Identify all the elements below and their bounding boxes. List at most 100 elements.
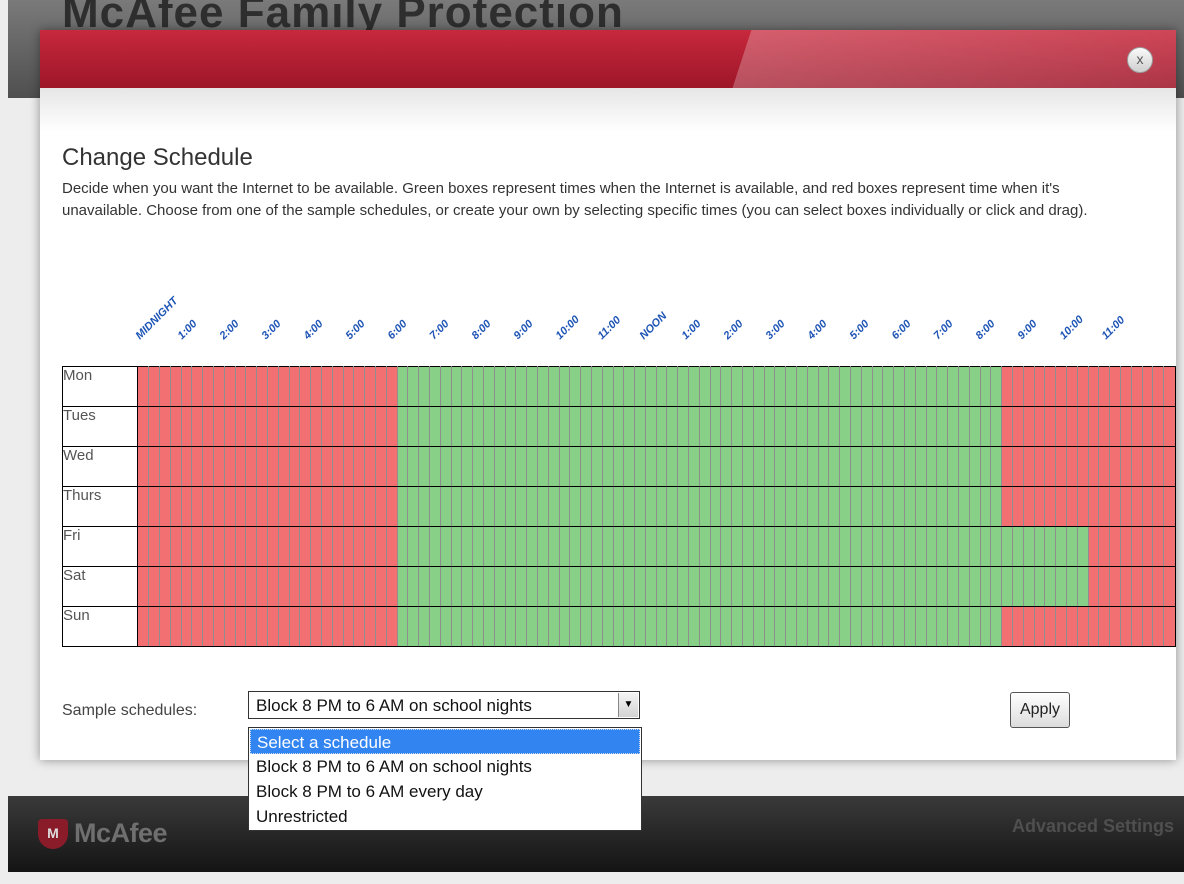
time-slot-available[interactable] (666, 446, 679, 487)
time-slot-available[interactable] (752, 446, 765, 487)
time-slot-available[interactable] (536, 406, 549, 447)
time-slot-blocked[interactable] (267, 566, 279, 607)
time-slot-available[interactable] (904, 486, 916, 527)
time-slot-available[interactable] (1033, 526, 1046, 567)
time-slot-blocked[interactable] (310, 606, 322, 647)
time-slot-available[interactable] (493, 486, 506, 527)
time-slot-blocked[interactable] (180, 406, 193, 447)
time-slot-blocked[interactable] (288, 446, 301, 487)
time-slot-available[interactable] (1022, 566, 1035, 607)
time-slot-blocked[interactable] (137, 406, 150, 447)
time-slot-available[interactable] (439, 406, 452, 447)
time-slot-blocked[interactable] (299, 446, 312, 487)
time-slot-available[interactable] (839, 606, 852, 647)
time-slot-blocked[interactable] (169, 566, 182, 607)
time-slot-available[interactable] (493, 446, 506, 487)
time-slot-available[interactable] (623, 446, 636, 487)
time-slot-available[interactable] (893, 486, 906, 527)
time-slot-blocked[interactable] (288, 566, 301, 607)
time-slot-available[interactable] (644, 566, 657, 607)
time-slot-available[interactable] (612, 566, 625, 607)
time-slot-available[interactable] (752, 606, 765, 647)
time-slot-available[interactable] (472, 366, 484, 407)
time-slot-blocked[interactable] (1076, 406, 1089, 447)
time-slot-blocked[interactable] (1087, 446, 1100, 487)
time-slot-blocked[interactable] (1098, 486, 1111, 527)
time-slot-blocked[interactable] (191, 566, 204, 607)
time-slot-available[interactable] (914, 486, 927, 527)
time-slot-blocked[interactable] (169, 406, 182, 447)
time-slot-available[interactable] (590, 446, 603, 487)
time-slot-available[interactable] (580, 486, 592, 527)
time-slot-available[interactable] (709, 526, 722, 567)
time-slot-blocked[interactable] (385, 606, 398, 647)
time-slot-available[interactable] (774, 606, 787, 647)
time-slot-available[interactable] (839, 406, 852, 447)
time-slot-blocked[interactable] (364, 526, 376, 567)
time-slot-available[interactable] (396, 446, 409, 487)
time-slot-available[interactable] (688, 446, 700, 487)
time-slot-available[interactable] (526, 486, 538, 527)
time-slot-available[interactable] (612, 486, 625, 527)
time-slot-blocked[interactable] (1152, 606, 1165, 647)
time-slot-available[interactable] (504, 366, 517, 407)
time-slot-blocked[interactable] (310, 486, 322, 527)
time-slot-available[interactable] (580, 606, 592, 647)
time-slot-blocked[interactable] (1076, 366, 1089, 407)
time-slot-available[interactable] (925, 366, 938, 407)
time-slot-available[interactable] (893, 366, 906, 407)
time-slot-blocked[interactable] (364, 566, 376, 607)
time-slot-available[interactable] (742, 366, 754, 407)
time-slot-available[interactable] (428, 446, 441, 487)
time-slot-blocked[interactable] (234, 366, 247, 407)
time-slot-blocked[interactable] (1163, 606, 1176, 647)
time-slot-available[interactable] (439, 446, 452, 487)
time-slot-available[interactable] (958, 486, 970, 527)
time-slot-available[interactable] (947, 406, 959, 447)
time-slot-blocked[interactable] (1141, 406, 1154, 447)
time-slot-available[interactable] (871, 526, 884, 567)
time-slot-blocked[interactable] (159, 486, 171, 527)
time-slot-available[interactable] (450, 606, 463, 647)
time-slot-available[interactable] (536, 366, 549, 407)
time-slot-blocked[interactable] (277, 566, 290, 607)
time-slot-blocked[interactable] (191, 486, 204, 527)
time-slot-blocked[interactable] (1087, 566, 1100, 607)
time-slot-blocked[interactable] (1130, 406, 1143, 447)
time-slot-available[interactable] (720, 566, 733, 607)
time-slot-available[interactable] (601, 526, 614, 567)
time-slot-blocked[interactable] (213, 486, 225, 527)
time-slot-blocked[interactable] (342, 526, 355, 567)
time-slot-available[interactable] (709, 606, 722, 647)
time-slot-available[interactable] (569, 566, 582, 607)
time-slot-blocked[interactable] (1044, 446, 1057, 487)
time-slot-blocked[interactable] (353, 446, 366, 487)
time-slot-available[interactable] (418, 366, 430, 407)
time-slot-blocked[interactable] (374, 606, 387, 647)
time-slot-available[interactable] (763, 406, 776, 447)
time-slot-available[interactable] (407, 526, 420, 567)
time-slot-available[interactable] (515, 526, 528, 567)
time-slot-blocked[interactable] (299, 526, 312, 567)
schedule-option[interactable]: Block 8 PM to 6 AM every day (250, 779, 640, 804)
time-slot-blocked[interactable] (1055, 366, 1067, 407)
time-slot-available[interactable] (569, 406, 582, 447)
time-slot-blocked[interactable] (1119, 566, 1132, 607)
time-slot-available[interactable] (1065, 566, 1078, 607)
time-slot-available[interactable] (752, 366, 765, 407)
time-slot-available[interactable] (882, 606, 895, 647)
time-slot-blocked[interactable] (1076, 486, 1089, 527)
time-slot-blocked[interactable] (1011, 366, 1024, 407)
time-slot-blocked[interactable] (1141, 446, 1154, 487)
time-slot-available[interactable] (526, 606, 538, 647)
time-slot-blocked[interactable] (1011, 406, 1024, 447)
time-slot-available[interactable] (817, 366, 830, 407)
time-slot-available[interactable] (925, 446, 938, 487)
time-slot-blocked[interactable] (148, 446, 161, 487)
time-slot-available[interactable] (850, 446, 862, 487)
time-slot-blocked[interactable] (180, 566, 193, 607)
time-slot-available[interactable] (958, 566, 970, 607)
time-slot-blocked[interactable] (320, 606, 333, 647)
time-slot-available[interactable] (817, 526, 830, 567)
time-slot-available[interactable] (666, 486, 679, 527)
